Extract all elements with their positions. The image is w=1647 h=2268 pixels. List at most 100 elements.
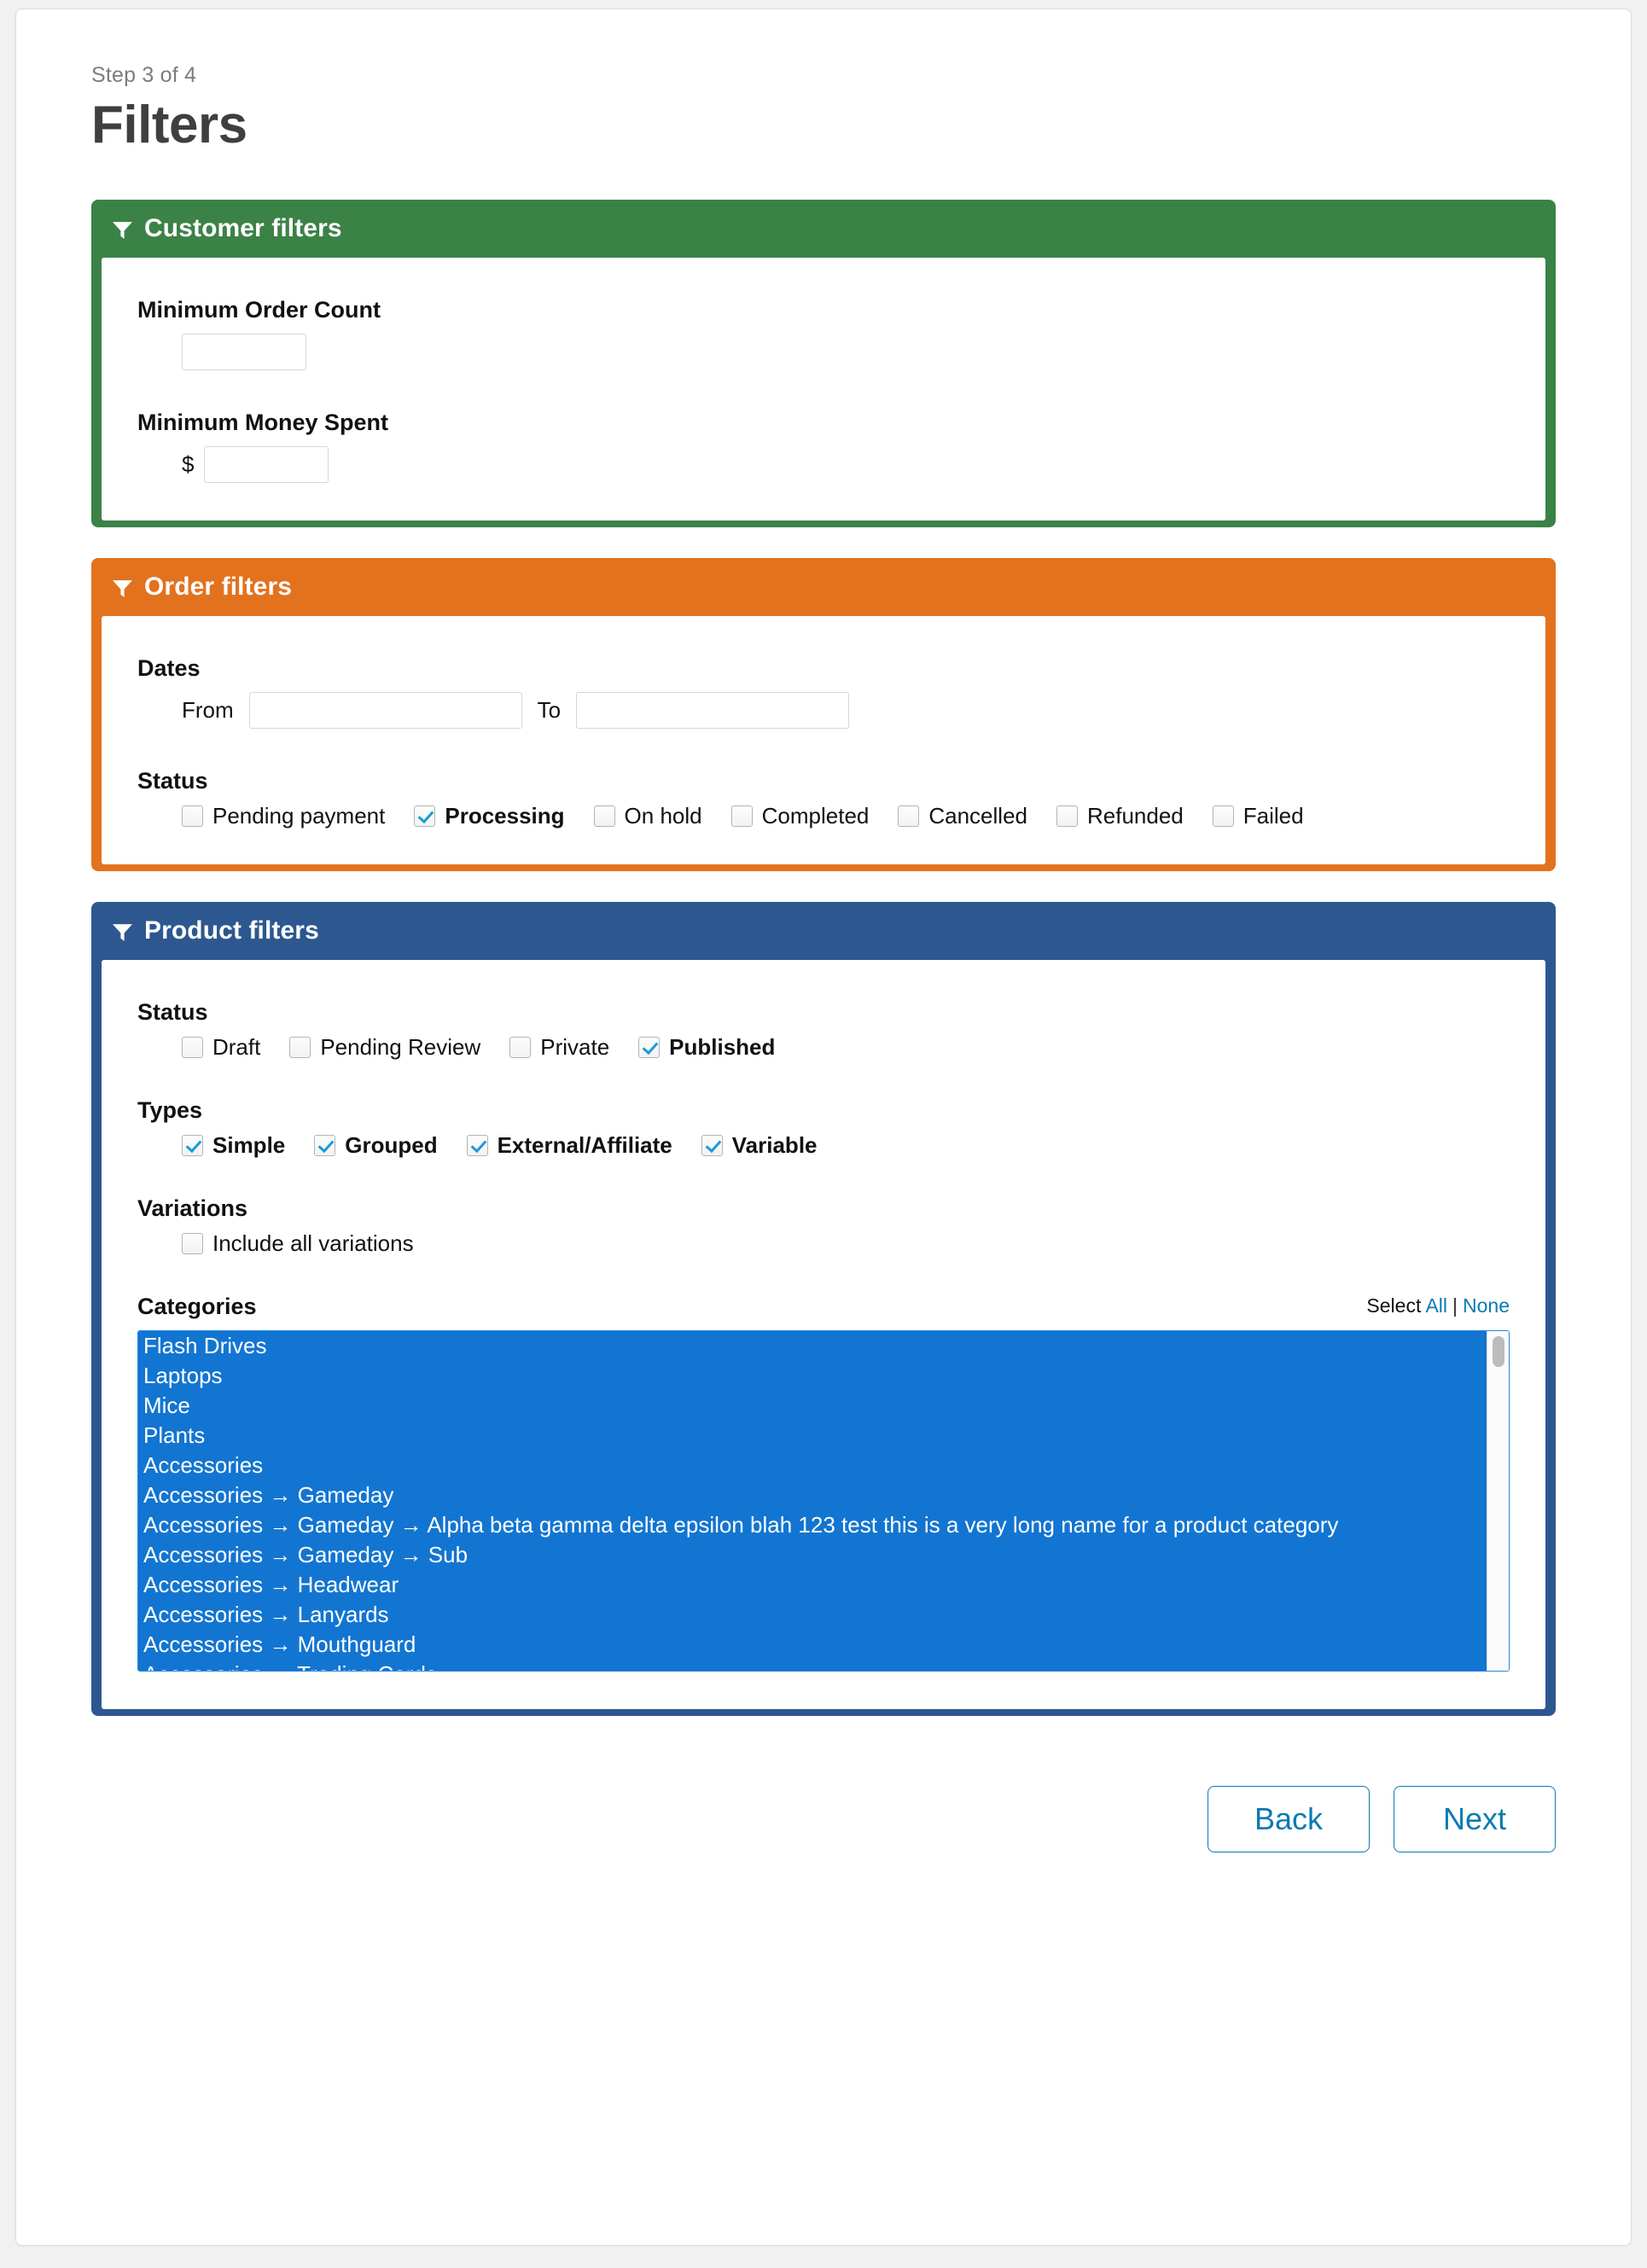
checkbox-label: Published	[669, 1034, 776, 1061]
order-filters-title: Order filters	[144, 573, 293, 602]
checkbox-checked-icon[interactable]	[414, 805, 436, 827]
product-filters-header: Product filters	[91, 902, 1556, 960]
checkbox-unchecked-icon[interactable]	[182, 805, 203, 827]
wizard-card: Step 3 of 4 Filters Customer filters Min…	[15, 9, 1632, 2246]
category-option[interactable]: Flash Drives	[138, 1331, 1487, 1362]
page-header: Step 3 of 4 Filters	[16, 9, 1631, 155]
category-option[interactable]: Accessories → Headwear	[138, 1570, 1487, 1601]
date-to-input[interactable]	[576, 692, 850, 730]
order-filters-body: Dates From To Status Pending payment Proc…	[102, 616, 1545, 865]
select-none-link[interactable]: None	[1463, 1294, 1510, 1317]
checkbox-unchecked-icon[interactable]	[182, 1036, 203, 1058]
checkbox-unchecked-icon[interactable]	[730, 805, 753, 827]
category-option[interactable]: Laptops	[138, 1361, 1487, 1392]
currency-symbol: $	[182, 451, 195, 478]
order-status-label: Status	[137, 768, 208, 794]
select-all-link[interactable]: All	[1425, 1294, 1447, 1317]
checkbox-label: Completed	[761, 803, 870, 829]
checkbox-checked-icon[interactable]	[182, 1134, 203, 1156]
min-money-spent-input[interactable]	[204, 446, 329, 484]
product-types-label: Types	[137, 1097, 203, 1124]
min-money-spent-label: Minimum Money Spent	[137, 410, 389, 436]
checkbox-unchecked-icon[interactable]	[1056, 805, 1078, 827]
checkbox-item[interactable]: Variable	[701, 1134, 818, 1156]
checkbox-item[interactable]: Refunded	[1056, 805, 1184, 827]
category-option[interactable]: Accessories → Gameday → Sub	[138, 1540, 1487, 1571]
checkbox-label: Simple	[212, 1132, 286, 1159]
checkbox-checked-icon[interactable]	[638, 1036, 661, 1058]
checkbox-item[interactable]: Completed	[730, 803, 870, 829]
checkbox-label: Cancelled	[928, 803, 1027, 829]
funnel-icon	[112, 921, 133, 942]
checkbox-label: Failed	[1243, 803, 1304, 829]
checkbox-item[interactable]: External/Affiliate	[466, 1134, 672, 1156]
wizard-footer: Back Next	[16, 1747, 1631, 1853]
dates-label: Dates	[137, 655, 201, 682]
order-status-checkbox-group: Pending payment Processing On hold Complete…	[182, 805, 1510, 827]
checkbox-unchecked-icon[interactable]	[182, 1232, 203, 1254]
checkbox-item[interactable]: Include all variations	[182, 1232, 414, 1254]
checkbox-item[interactable]: On hold	[593, 803, 702, 829]
page-title: Filters	[91, 96, 247, 154]
customer-filters-title: Customer filters	[144, 214, 342, 243]
checkbox-label: Draft	[212, 1034, 261, 1061]
customer-filters-panel: Customer filters Minimum Order Count Min…	[91, 200, 1556, 528]
category-option[interactable]: Mice	[138, 1391, 1487, 1422]
product-filters-title: Product filters	[144, 916, 319, 945]
next-button[interactable]: Next	[1394, 1786, 1556, 1853]
min-order-count-input[interactable]	[182, 334, 306, 371]
category-option[interactable]: Accessories	[138, 1451, 1487, 1481]
select-text: Select	[1366, 1294, 1422, 1317]
category-option[interactable]: Plants	[138, 1421, 1487, 1451]
checkbox-item[interactable]: Pending payment	[182, 805, 385, 827]
back-button[interactable]: Back	[1208, 1786, 1370, 1853]
checkbox-item[interactable]: Cancelled	[898, 805, 1027, 827]
checkbox-unchecked-icon[interactable]	[1212, 805, 1234, 827]
product-filters-panel: Product filters Status Draft Pending Revi…	[91, 902, 1556, 1717]
checkbox-item[interactable]: Simple	[182, 1134, 285, 1156]
categories-option-list: Flash Drives Laptops Mice Plants Accessories…	[138, 1331, 1487, 1672]
date-from-label: From	[182, 697, 234, 724]
order-filters-header: Order filters	[91, 558, 1556, 616]
categories-scrollbar[interactable]	[1487, 1331, 1509, 1672]
checkbox-checked-icon[interactable]	[314, 1134, 336, 1156]
checkbox-item[interactable]: Grouped	[314, 1134, 438, 1156]
date-from-input[interactable]	[248, 692, 522, 730]
funnel-icon	[112, 577, 133, 598]
checkbox-unchecked-icon[interactable]	[898, 805, 920, 827]
categories-scrollbar-thumb[interactable]	[1493, 1336, 1504, 1368]
categories-header: Categories Select All | None	[137, 1294, 1510, 1320]
checkbox-checked-icon[interactable]	[701, 1134, 723, 1156]
category-option[interactable]: Accessories → Gameday → Alpha beta gamma…	[138, 1510, 1487, 1541]
select-links-separator: |	[1452, 1294, 1458, 1317]
categories-listbox[interactable]: Flash Drives Laptops Mice Plants Accessories…	[137, 1330, 1510, 1672]
checkbox-label: Pending Review	[320, 1034, 481, 1061]
category-option[interactable]: Accessories → Gameday	[138, 1480, 1487, 1511]
step-indicator: Step 3 of 4	[91, 63, 197, 87]
category-option[interactable]: Accessories → Trading Cards	[138, 1660, 1487, 1672]
checkbox-unchecked-icon[interactable]	[593, 805, 615, 827]
funnel-icon	[112, 218, 133, 240]
checkbox-label: Pending payment	[212, 803, 386, 829]
categories-select-links: Select All | None	[1366, 1294, 1510, 1320]
checkbox-item[interactable]: Private	[509, 1036, 609, 1058]
category-option[interactable]: Accessories → Lanyards	[138, 1600, 1487, 1631]
checkbox-label: On hold	[624, 803, 702, 829]
customer-filters-body: Minimum Order Count Minimum Money Spent …	[102, 258, 1545, 521]
checkbox-checked-icon[interactable]	[466, 1134, 488, 1156]
customer-filters-header: Customer filters	[91, 200, 1556, 258]
checkbox-item[interactable]: Draft	[182, 1036, 260, 1058]
checkbox-item[interactable]: Pending Review	[289, 1036, 480, 1058]
checkbox-item[interactable]: Failed	[1212, 803, 1304, 829]
checkbox-label: Variable	[731, 1132, 818, 1159]
date-to-label: To	[537, 697, 562, 724]
order-filters-panel: Order filters Dates From To Status Pendi…	[91, 558, 1556, 872]
checkbox-unchecked-icon[interactable]	[509, 1036, 532, 1058]
product-status-checkbox-group: Draft Pending Review Private Published	[182, 1036, 1510, 1058]
checkbox-item[interactable]: Published	[638, 1036, 775, 1058]
checkbox-item[interactable]: Processing	[414, 803, 565, 829]
category-option[interactable]: Accessories → Mouthguard	[138, 1630, 1487, 1660]
checkbox-unchecked-icon[interactable]	[289, 1036, 311, 1058]
product-types-checkbox-group: Simple Grouped External/Affiliate Variable	[182, 1134, 1510, 1156]
checkbox-label: Processing	[445, 803, 565, 829]
